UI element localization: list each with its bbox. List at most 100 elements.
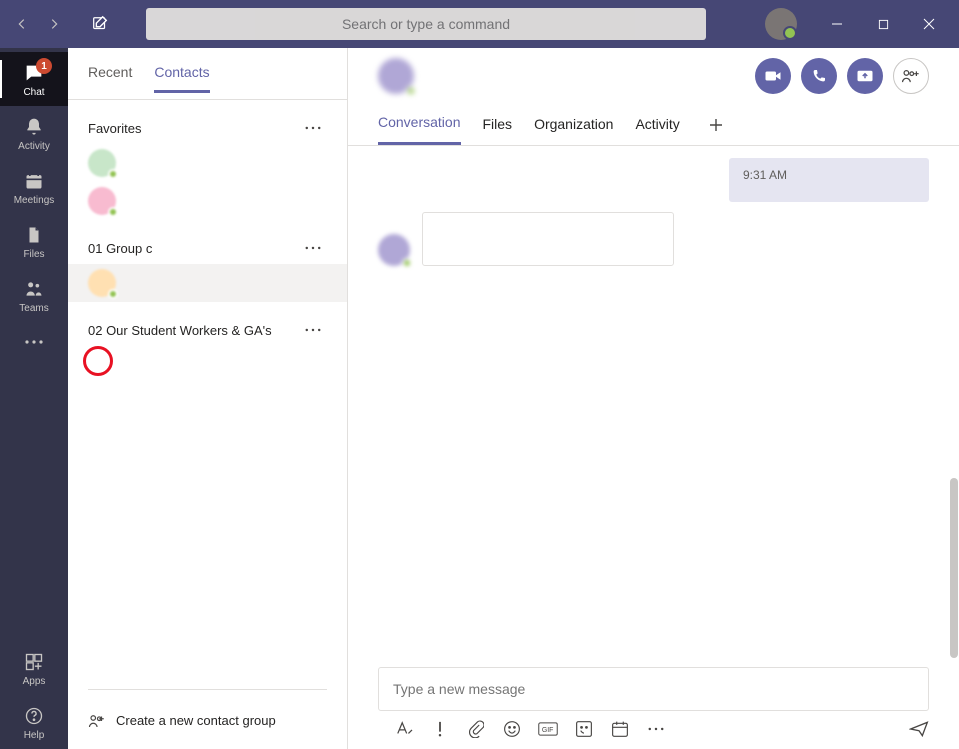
scrollbar[interactable]: [950, 478, 958, 658]
rail-activity-label: Activity: [18, 141, 50, 152]
search-box: [146, 8, 706, 40]
close-icon: [923, 18, 935, 30]
search-input[interactable]: [146, 8, 706, 40]
video-icon: [764, 69, 782, 83]
send-icon: [909, 720, 929, 738]
phone-icon: [811, 68, 827, 84]
format-icon: [395, 721, 413, 737]
svg-text:GIF: GIF: [542, 727, 554, 734]
calendar-small-icon: [611, 720, 629, 738]
tab-files[interactable]: Files: [483, 106, 513, 144]
section-group2-label: 02 Our Student Workers & GA's: [88, 323, 272, 338]
add-tab-button[interactable]: [702, 111, 730, 139]
ellipsis-icon: [22, 330, 46, 354]
rail-apps-label: Apps: [23, 676, 46, 687]
schedule-meeting-button[interactable]: [610, 719, 630, 739]
rail-help[interactable]: Help: [0, 695, 68, 749]
add-people-button[interactable]: [893, 58, 929, 94]
group1-more-button[interactable]: [299, 238, 327, 258]
audio-call-button[interactable]: [801, 58, 837, 94]
sticker-button[interactable]: [574, 719, 594, 739]
tab-contacts[interactable]: Contacts: [154, 64, 209, 93]
rail-teams-label: Teams: [19, 303, 48, 314]
plus-icon: [709, 118, 723, 132]
bell-icon: [22, 115, 46, 139]
add-people-icon: [901, 68, 921, 84]
contact-avatar: [88, 269, 116, 297]
screen-share-icon: [856, 68, 874, 84]
gif-button[interactable]: GIF: [538, 719, 558, 739]
tab-conversation[interactable]: Conversation: [378, 104, 461, 145]
tab-activity[interactable]: Activity: [635, 106, 679, 144]
group2-more-button[interactable]: [299, 320, 327, 340]
nav-back-button[interactable]: [8, 10, 36, 38]
chat-list-panel: Recent Contacts Favorites: [68, 48, 348, 749]
rail-apps[interactable]: Apps: [0, 641, 68, 695]
compose-icon: [91, 15, 109, 33]
priority-button[interactable]: [430, 719, 450, 739]
ellipsis-icon: [648, 727, 664, 731]
emoji-button[interactable]: [502, 719, 522, 739]
rail-more[interactable]: [0, 322, 68, 362]
format-button[interactable]: [394, 719, 414, 739]
compose-more-button[interactable]: [646, 719, 666, 739]
contact-row[interactable]: [68, 182, 347, 220]
favorites-more-button[interactable]: [299, 118, 327, 138]
nav-forward-button[interactable]: [40, 10, 68, 38]
rail-files-label: Files: [23, 249, 44, 260]
rail-meetings[interactable]: Meetings: [0, 160, 68, 214]
contact-avatar: [88, 187, 116, 215]
ellipsis-icon: [305, 246, 321, 250]
app-rail: Chat 1 Activity Meetings Files Teams: [0, 48, 68, 749]
create-contact-group-label: Create a new contact group: [116, 713, 276, 728]
chevron-right-icon: [47, 17, 61, 31]
conversation-panel: Conversation Files Organization Activity…: [348, 48, 959, 749]
exclamation-icon: [437, 721, 443, 737]
new-chat-button[interactable]: [84, 8, 116, 40]
message-list: 9:31 AM: [348, 146, 959, 667]
compose-input[interactable]: [393, 681, 914, 697]
create-contact-group-button[interactable]: Create a new contact group: [88, 689, 327, 737]
emoji-icon: [503, 720, 521, 738]
gif-icon: GIF: [538, 721, 558, 737]
rail-meetings-label: Meetings: [14, 195, 55, 206]
ellipsis-icon: [305, 126, 321, 130]
tab-organization[interactable]: Organization: [534, 106, 613, 144]
compose-box: [378, 667, 929, 711]
file-icon: [22, 223, 46, 247]
rail-files[interactable]: Files: [0, 214, 68, 268]
conversation-avatar[interactable]: [378, 58, 414, 94]
window-maximize-button[interactable]: [861, 8, 905, 40]
video-call-button[interactable]: [755, 58, 791, 94]
minimize-icon: [831, 18, 843, 30]
ellipsis-icon: [305, 328, 321, 332]
window-close-button[interactable]: [907, 8, 951, 40]
apps-icon: [22, 650, 46, 674]
calendar-icon: [22, 169, 46, 193]
add-group-icon: [88, 713, 106, 729]
attach-button[interactable]: [466, 719, 486, 739]
section-favorites-label: Favorites: [88, 121, 141, 136]
maximize-icon: [878, 19, 889, 30]
contact-avatar: [88, 149, 116, 177]
contact-row[interactable]: [68, 264, 347, 302]
teams-icon: [22, 277, 46, 301]
sticker-icon: [575, 720, 593, 738]
section-group1-label: 01 Group c: [88, 241, 152, 256]
screen-share-button[interactable]: [847, 58, 883, 94]
current-user-avatar[interactable]: [765, 8, 797, 40]
rail-help-label: Help: [24, 730, 45, 741]
tab-recent[interactable]: Recent: [88, 64, 132, 93]
rail-chat[interactable]: Chat 1: [0, 52, 68, 106]
contact-row[interactable]: [68, 144, 347, 182]
sender-avatar[interactable]: [378, 234, 410, 266]
received-message[interactable]: [422, 212, 674, 266]
sent-message[interactable]: 9:31 AM: [729, 158, 929, 202]
chevron-left-icon: [15, 17, 29, 31]
rail-teams[interactable]: Teams: [0, 268, 68, 322]
window-minimize-button[interactable]: [815, 8, 859, 40]
title-bar: [0, 0, 959, 48]
rail-activity[interactable]: Activity: [0, 106, 68, 160]
send-button[interactable]: [909, 719, 929, 739]
chat-badge: 1: [36, 58, 52, 74]
